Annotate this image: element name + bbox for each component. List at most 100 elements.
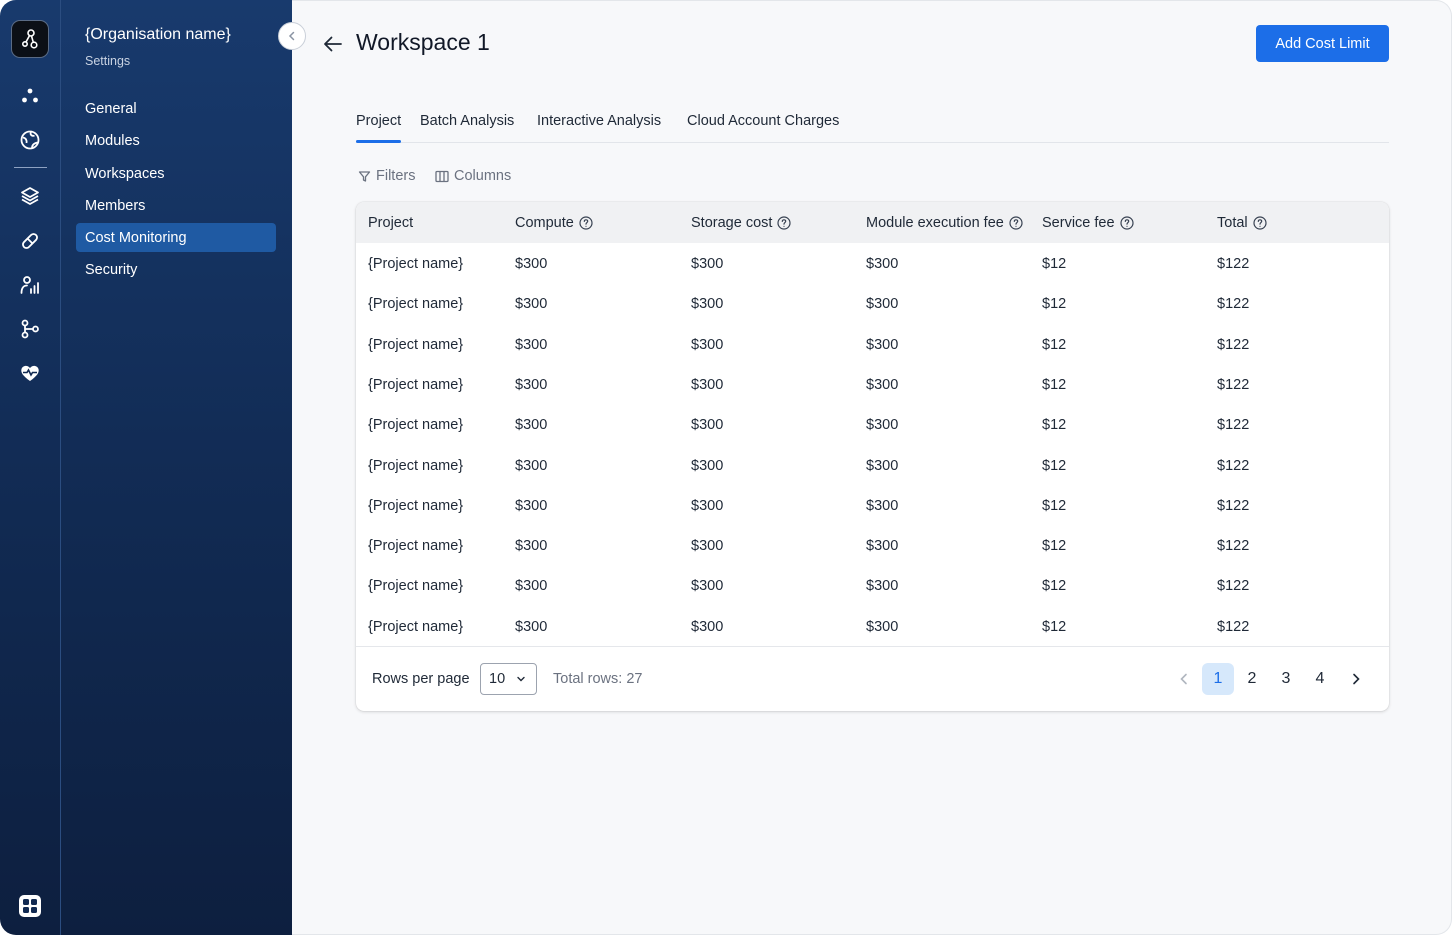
cell-project: {Project name}: [368, 417, 464, 434]
columns-icon: [435, 170, 449, 182]
nav-item-members[interactable]: Members: [76, 191, 276, 220]
cell-service-fee: $12: [1042, 256, 1067, 272]
nav-item-cost-monitoring[interactable]: Cost Monitoring: [76, 223, 276, 252]
cell-project: {Project name}: [368, 618, 464, 635]
table-row[interactable]: {Project name} $300 $300 $300 $12 $122: [356, 365, 1389, 405]
nav-item-security[interactable]: Security: [76, 255, 276, 284]
layers-icon[interactable]: [18, 184, 42, 208]
table-row[interactable]: {Project name} $300 $300 $300 $12 $122: [356, 284, 1389, 324]
cell-project: {Project name}: [368, 457, 464, 474]
back-arrow-icon[interactable]: [322, 33, 344, 55]
table-row[interactable]: {Project name} $300 $300 $300 $12 $122: [356, 607, 1389, 647]
cell-total: $122: [1217, 578, 1250, 595]
cell-compute: $300: [515, 296, 548, 313]
logo-icon[interactable]: [11, 20, 49, 58]
cell-total: $122: [1217, 256, 1250, 272]
cell-total: $122: [1217, 376, 1250, 393]
nav-item-workspaces[interactable]: Workspaces: [76, 159, 276, 188]
cell-total: $122: [1217, 497, 1250, 514]
tab-bar: Project Batch Analysis Interactive Analy…: [356, 113, 1389, 143]
chevron-left-icon: [288, 31, 295, 41]
tab-cloud-account-charges[interactable]: Cloud Account Charges: [687, 113, 839, 129]
cell-project: {Project name}: [368, 296, 464, 313]
cell-total: $122: [1217, 336, 1250, 353]
page-button-1[interactable]: 1: [1202, 663, 1234, 695]
next-page-button[interactable]: [1344, 667, 1368, 691]
nav-item-modules[interactable]: Modules: [76, 126, 276, 155]
cell-total: $122: [1217, 417, 1250, 434]
branch-icon[interactable]: [18, 317, 42, 341]
cell-storage-cost: $300: [691, 497, 724, 514]
cell-compute: $300: [515, 497, 548, 514]
cell-total: $122: [1217, 618, 1250, 635]
column-header-module-execution-fee[interactable]: Module execution fee: [866, 202, 1023, 243]
collapse-panel-button[interactable]: [278, 22, 306, 50]
column-header-compute[interactable]: Compute: [515, 202, 593, 243]
cell-storage-cost: $300: [691, 417, 724, 434]
page-button-4[interactable]: 4: [1304, 663, 1336, 695]
dots-icon[interactable]: [18, 84, 42, 108]
cell-project: {Project name}: [368, 497, 464, 514]
tab-project[interactable]: Project: [356, 113, 402, 143]
cell-compute: $300: [515, 618, 548, 635]
cell-service-fee: $12: [1042, 578, 1067, 595]
filters-button[interactable]: Filters: [358, 168, 415, 184]
table-row[interactable]: {Project name} $300 $300 $300 $12 $122: [356, 526, 1389, 566]
person-chart-icon[interactable]: [18, 273, 42, 297]
help-icon[interactable]: [1253, 215, 1267, 230]
cell-module-execution-fee: $300: [866, 497, 899, 514]
cell-module-execution-fee: $300: [866, 376, 899, 393]
globe-icon[interactable]: [18, 128, 42, 152]
cell-storage-cost: $300: [691, 578, 724, 595]
filter-icon: [358, 170, 371, 182]
cell-compute: $300: [515, 538, 548, 555]
nav-item-general[interactable]: General: [76, 94, 276, 123]
cell-service-fee: $12: [1042, 376, 1067, 393]
apps-icon[interactable]: [18, 894, 42, 918]
cell-total: $122: [1217, 296, 1250, 313]
cell-module-execution-fee: $300: [866, 578, 899, 595]
tab-interactive-analysis[interactable]: Interactive Analysis: [537, 113, 661, 129]
page-button-2[interactable]: 2: [1236, 663, 1268, 695]
column-header-label: Module execution fee: [866, 214, 1004, 231]
column-header-project[interactable]: Project: [368, 202, 413, 243]
rows-per-page-select[interactable]: 10: [480, 663, 537, 695]
column-header-label: Project: [368, 214, 414, 231]
table-row[interactable]: {Project name} $300 $300 $300 $12 $122: [356, 325, 1389, 365]
table-row[interactable]: {Project name} $300 $300 $300 $12 $122: [356, 486, 1389, 526]
table-row[interactable]: {Project name} $300 $300 $300 $12 $122: [356, 405, 1389, 445]
table-row[interactable]: {Project name} $300 $300 $300 $12 $122: [356, 446, 1389, 486]
heart-pulse-icon[interactable]: [18, 361, 42, 385]
cell-compute: $300: [515, 336, 548, 353]
cell-project: {Project name}: [368, 336, 464, 353]
column-header-service-fee[interactable]: Service fee: [1042, 202, 1134, 243]
settings-panel: {Organisation name} Settings General Mod…: [61, 0, 292, 935]
column-header-storage-cost[interactable]: Storage cost: [691, 202, 792, 243]
table-row[interactable]: {Project name} $300 $300 $300 $12 $122: [356, 566, 1389, 606]
tab-batch-analysis[interactable]: Batch Analysis: [420, 113, 514, 129]
previous-page-button[interactable]: [1172, 667, 1196, 691]
cell-total: $122: [1217, 457, 1250, 474]
table-row[interactable]: {Project name} $300 $300 $300 $12 $122: [356, 244, 1389, 284]
page-button-3[interactable]: 3: [1270, 663, 1302, 695]
cell-service-fee: $12: [1042, 538, 1067, 555]
cell-compute: $300: [515, 578, 548, 595]
pill-icon[interactable]: [18, 229, 42, 253]
app-window: {Organisation name} Settings General Mod…: [0, 0, 1452, 935]
cell-storage-cost: $300: [691, 376, 724, 393]
rows-per-page-label: Rows per page: [372, 671, 470, 687]
help-icon[interactable]: [1119, 215, 1134, 230]
cell-compute: $300: [515, 376, 548, 393]
cell-compute: $300: [515, 256, 548, 272]
cell-service-fee: $12: [1042, 417, 1067, 434]
help-icon[interactable]: [777, 215, 792, 230]
page-title: Workspace 1: [356, 29, 490, 55]
column-header-total[interactable]: Total: [1217, 202, 1267, 243]
cell-module-execution-fee: $300: [866, 336, 899, 353]
add-cost-limit-button[interactable]: Add Cost Limit: [1256, 25, 1389, 62]
columns-button[interactable]: Columns: [435, 168, 511, 184]
help-icon[interactable]: [1009, 215, 1023, 230]
chevron-left-icon: [1180, 673, 1187, 685]
columns-label: Columns: [454, 168, 512, 184]
help-icon[interactable]: [579, 215, 593, 230]
